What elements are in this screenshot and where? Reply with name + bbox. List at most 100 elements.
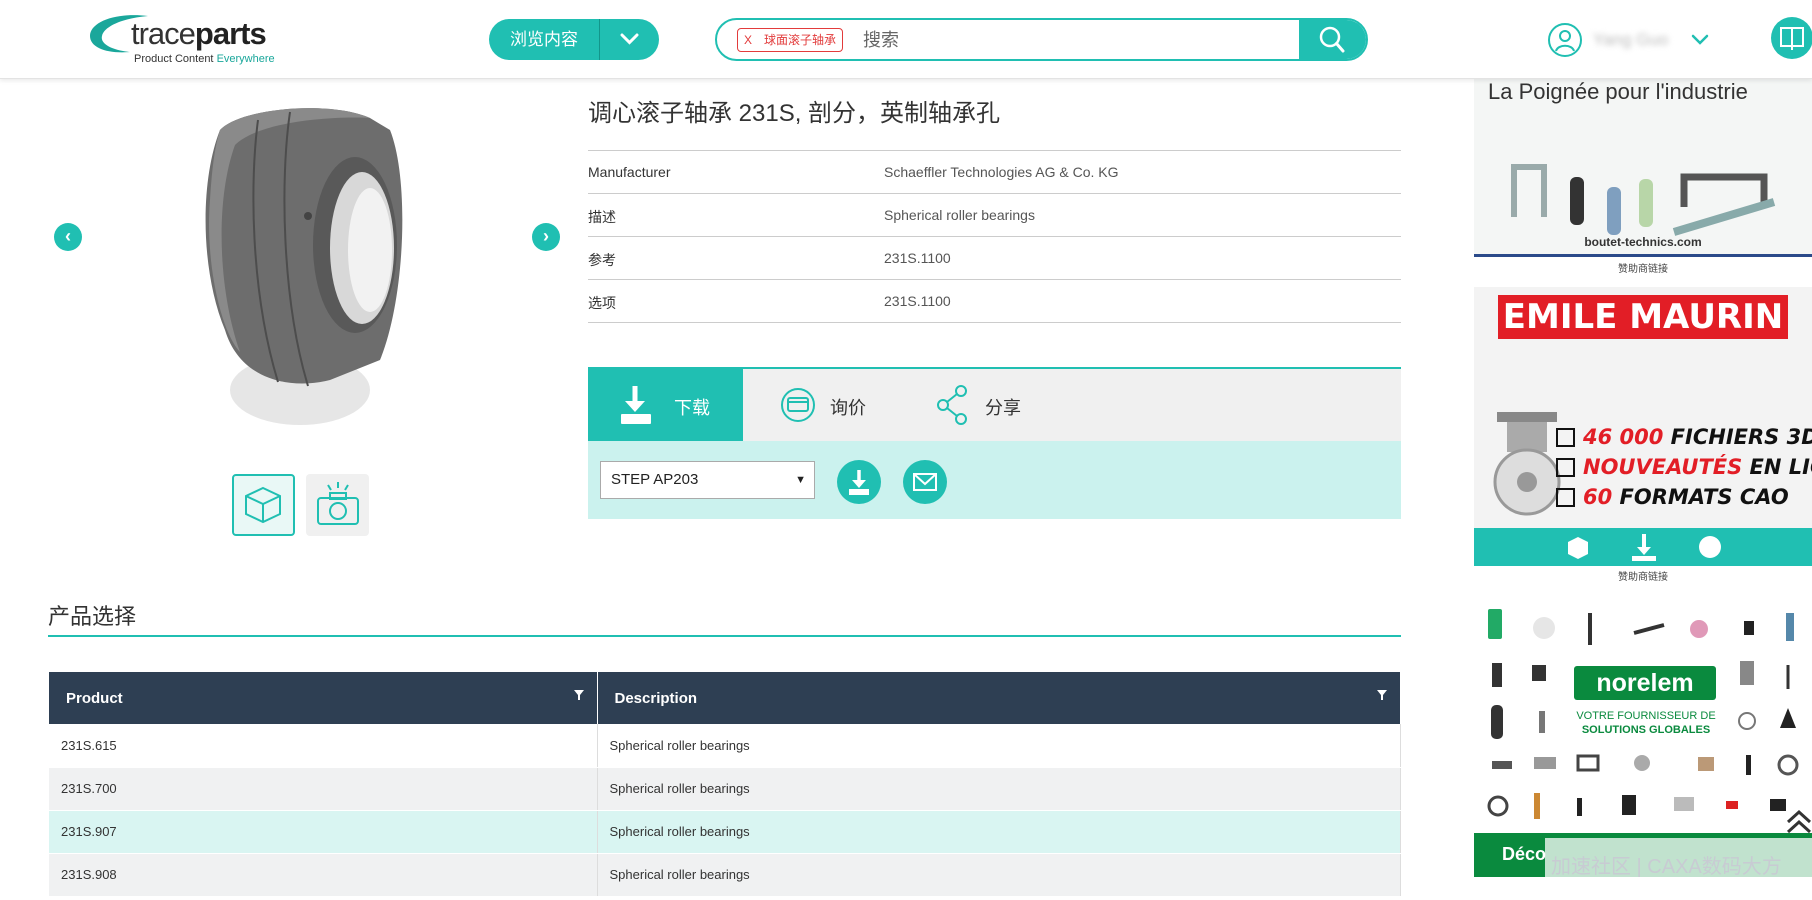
reader-button[interactable] — [1771, 17, 1812, 59]
cell-description: Spherical roller bearings — [597, 853, 1401, 897]
email-file-button[interactable] — [903, 460, 947, 504]
ad-feature-line: 60 FORMATS CAO — [1556, 485, 1812, 515]
detail-key: 参考 — [588, 252, 616, 268]
ad-feature-line: 46 000 FICHIERS 3D — [1556, 425, 1812, 455]
watermark: 加速社区 | CAXA数码大方 — [1545, 838, 1812, 900]
search-input[interactable] — [863, 26, 1293, 54]
ad-icon-bar — [1474, 528, 1812, 566]
emile-maurin-logo: EMILE MAURIN — [1498, 295, 1788, 339]
sponsor-ad-norelem[interactable]: norelem VOTRE FOURNISSEUR DE SOLUTIONS G… — [1474, 593, 1812, 825]
scroll-to-top-icon[interactable] — [1786, 808, 1812, 838]
column-header-label: Description — [614, 689, 698, 707]
product-actions: 下载 询价 分享 STEP AP203 ▼ — [588, 367, 1401, 519]
column-header-description[interactable]: Description — [597, 672, 1401, 724]
ad-site-url: boutet-technics.com — [1584, 235, 1702, 249]
sponsor-label: 赞助商链接 — [1618, 264, 1668, 275]
tab-share-label: 分享 — [985, 398, 1021, 418]
download-icon — [849, 470, 869, 495]
quote-icon — [781, 388, 815, 422]
tab-download[interactable]: 下载 — [588, 369, 743, 441]
search-filter-tag[interactable]: X 球面滚子轴承 — [737, 28, 844, 52]
tab-quote[interactable]: 询价 — [778, 369, 928, 441]
table-header-row: Product Description — [49, 672, 1401, 724]
action-tabs: 下载 询价 分享 — [588, 367, 1401, 441]
thumbnail-3d[interactable] — [232, 474, 295, 536]
product-3d-image — [180, 90, 420, 430]
table-row[interactable]: 231S.615 Spherical roller bearings — [49, 724, 1401, 768]
column-header-product[interactable]: Product — [49, 672, 598, 724]
cell-product: 231S.907 — [49, 810, 598, 854]
browse-dropdown-toggle[interactable] — [600, 19, 659, 60]
detail-value: 231S.1100 — [884, 250, 951, 266]
detail-row-description: 描述 Spherical roller bearings — [588, 194, 1401, 237]
mail-icon — [913, 473, 937, 491]
search-tag-label: 球面滚子轴承 — [764, 33, 837, 47]
table-row[interactable]: 231S.908 Spherical roller bearings — [49, 853, 1401, 897]
chevron-down-icon — [620, 33, 639, 45]
cell-product: 231S.908 — [49, 853, 598, 897]
sponsor-ad-emile-maurin[interactable]: EMILE MAURIN 46 000 FICHIERS 3D NOUVEAUT… — [1474, 287, 1812, 566]
browse-content-button[interactable]: 浏览内容 — [489, 19, 659, 60]
checkbox-icon — [1556, 488, 1575, 507]
detail-row-option: 选项 231S.1100 — [588, 280, 1401, 323]
sponsor-label: 赞助商链接 — [1618, 572, 1668, 583]
section-title: 产品选择 — [48, 604, 137, 629]
cube-icon — [245, 486, 281, 524]
download-icon — [621, 386, 651, 424]
thumbnail-photo[interactable] — [306, 474, 369, 536]
norelem-tagline: VOTRE FOURNISSEUR DE SOLUTIONS GLOBALES — [1576, 710, 1716, 736]
search-icon — [1319, 26, 1345, 53]
tab-download-label: 下载 — [674, 398, 710, 418]
detail-key: 选项 — [588, 295, 616, 311]
detail-value: Schaeffler Technologies AG & Co. KG — [884, 164, 1119, 180]
format-select-value: STEP AP203 — [611, 471, 699, 488]
browse-content-label[interactable]: 浏览内容 — [489, 19, 599, 60]
cell-description: Spherical roller bearings — [597, 724, 1401, 768]
table-row[interactable]: 231S.907 Spherical roller bearings — [49, 810, 1401, 854]
cell-product: 231S.615 — [49, 724, 598, 768]
ad-bar — [1474, 254, 1812, 257]
download-panel: STEP AP203 ▼ — [588, 441, 1401, 519]
detail-value: 231S.1100 — [884, 293, 951, 309]
detail-value: Spherical roller bearings — [884, 207, 1035, 223]
search-bar: X 球面滚子轴承 — [715, 18, 1368, 61]
camera-icon — [317, 482, 359, 525]
dropdown-arrow-icon: ▼ — [795, 474, 806, 486]
carousel-prev-button[interactable]: ‹ — [54, 223, 82, 251]
product-selection-table: Product Description 231S.615 Spherical r… — [49, 672, 1401, 897]
ad-feature-line: NOUVEAUTÉS EN LIGNE — [1556, 455, 1812, 485]
ad-feature-list: 46 000 FICHIERS 3D NOUVEAUTÉS EN LIGNE 6… — [1556, 425, 1812, 515]
reader-icon — [1780, 27, 1804, 50]
product-details-table: Manufacturer Schaeffler Technologies AG … — [588, 150, 1401, 323]
sponsor-ad-boutet[interactable]: La Poignée pour l'industrie boutet-techn… — [1474, 79, 1812, 257]
checkbox-icon — [1556, 458, 1575, 477]
download-file-button[interactable] — [837, 460, 881, 504]
user-avatar-icon — [1548, 23, 1582, 57]
detail-row-reference: 参考 231S.1100 — [588, 237, 1401, 280]
cell-product: 231S.700 — [49, 767, 598, 811]
carousel-next-button[interactable]: › — [532, 223, 560, 251]
product-title: 调心滚子轴承 231S, 剖分，英制轴承孔 — [588, 100, 1001, 127]
ad-headline: La Poignée pour l'industrie — [1488, 79, 1748, 104]
tab-quote-label: 询价 — [830, 398, 866, 418]
remove-tag-icon[interactable]: X — [744, 33, 752, 47]
detail-row-manufacturer: Manufacturer Schaeffler Technologies AG … — [588, 151, 1401, 194]
top-header: traceparts Product Content Everywhere 浏览… — [0, 0, 1812, 79]
logo-wordmark: traceparts — [131, 16, 267, 51]
detail-key: 描述 — [588, 209, 616, 225]
logo-tagline: Product Content Everywhere — [134, 53, 275, 65]
checkbox-icon — [1556, 428, 1575, 447]
table-row[interactable]: 231S.700 Spherical roller bearings — [49, 767, 1401, 811]
user-menu[interactable]: Yang Guo — [1547, 22, 1717, 58]
column-header-label: Product — [66, 689, 123, 707]
filter-icon[interactable] — [573, 689, 585, 701]
ad-icons — [1568, 534, 1721, 561]
traceparts-logo[interactable]: traceparts Product Content Everywhere — [86, 10, 276, 70]
section-divider — [48, 635, 1401, 637]
format-select[interactable]: STEP AP203 ▼ — [600, 461, 815, 499]
user-name: Yang Guo — [1593, 30, 1669, 49]
search-button[interactable] — [1299, 20, 1366, 59]
tab-share[interactable]: 分享 — [933, 369, 1083, 441]
filter-icon[interactable] — [1376, 689, 1388, 701]
chevron-down-icon — [1691, 34, 1709, 45]
